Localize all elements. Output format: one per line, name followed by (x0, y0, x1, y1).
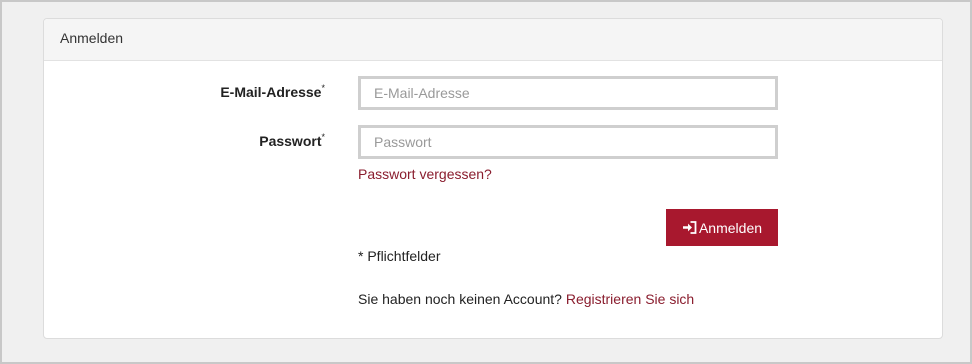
password-label-text: Passwort (259, 133, 322, 149)
password-field[interactable] (358, 125, 778, 159)
login-panel: Anmelden E-Mail-Adresse* Passwort* Passw… (43, 18, 943, 339)
email-field[interactable] (358, 76, 778, 110)
email-label-text: E-Mail-Adresse (220, 84, 322, 100)
required-mark: * (321, 83, 325, 93)
login-button-label: Anmelden (698, 219, 763, 236)
login-button[interactable]: Anmelden (666, 209, 778, 246)
register-line: Sie haben noch keinen Account? Registrie… (358, 291, 694, 307)
sign-in-icon (682, 221, 697, 234)
register-link[interactable]: Registrieren Sie sich (566, 291, 694, 307)
page-frame: Anmelden E-Mail-Adresse* Passwort* Passw… (0, 0, 972, 364)
required-mark: * (321, 132, 325, 142)
register-prompt: Sie haben noch keinen Account? (358, 291, 562, 307)
password-label: Passwort* (259, 132, 325, 149)
required-fields-note: * Pflichtfelder (358, 248, 441, 264)
panel-title: Anmelden (44, 19, 942, 61)
email-label: E-Mail-Adresse* (220, 83, 325, 100)
forgot-password-link[interactable]: Passwort vergessen? (358, 166, 492, 182)
